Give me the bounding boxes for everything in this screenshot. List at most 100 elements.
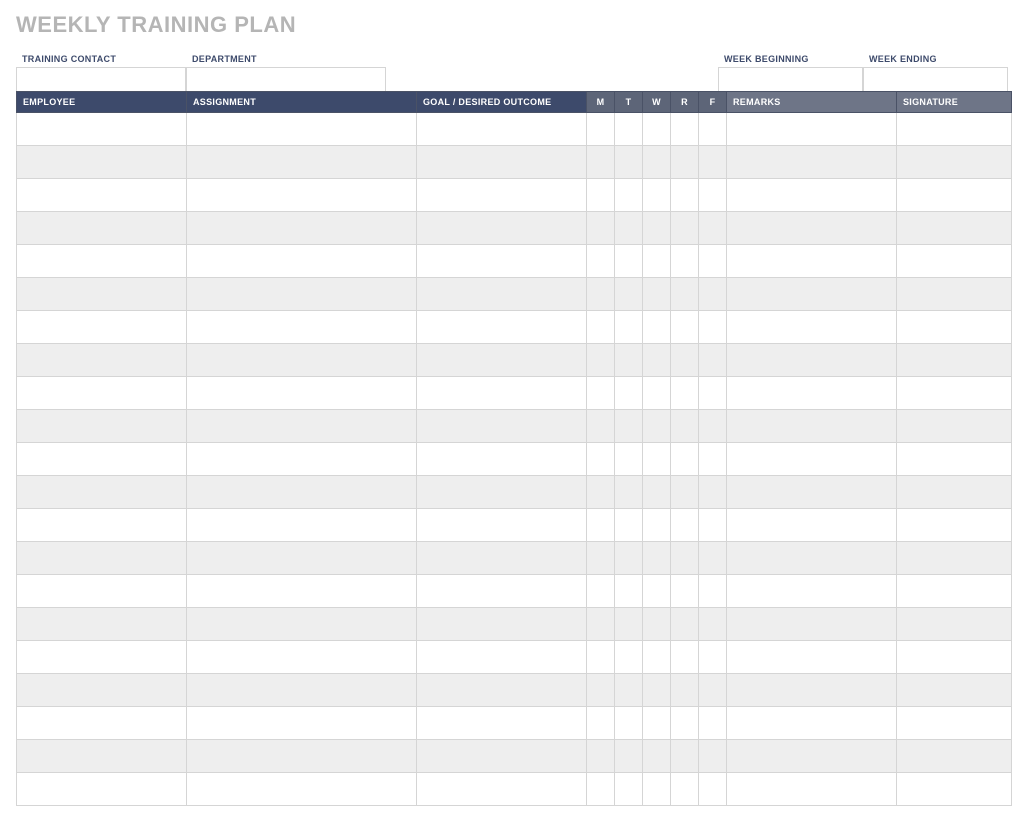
- table-cell[interactable]: [699, 344, 727, 377]
- table-cell[interactable]: [671, 707, 699, 740]
- table-cell[interactable]: [699, 575, 727, 608]
- table-cell[interactable]: [587, 542, 615, 575]
- table-cell[interactable]: [187, 674, 417, 707]
- table-cell[interactable]: [615, 344, 643, 377]
- table-cell[interactable]: [727, 542, 897, 575]
- table-cell[interactable]: [187, 773, 417, 806]
- table-cell[interactable]: [187, 509, 417, 542]
- table-cell[interactable]: [897, 575, 1012, 608]
- table-cell[interactable]: [187, 179, 417, 212]
- table-cell[interactable]: [699, 476, 727, 509]
- table-cell[interactable]: [615, 212, 643, 245]
- table-cell[interactable]: [897, 509, 1012, 542]
- table-cell[interactable]: [897, 311, 1012, 344]
- table-cell[interactable]: [643, 179, 671, 212]
- table-cell[interactable]: [699, 641, 727, 674]
- table-cell[interactable]: [187, 377, 417, 410]
- table-cell[interactable]: [417, 641, 587, 674]
- table-cell[interactable]: [17, 707, 187, 740]
- table-cell[interactable]: [699, 245, 727, 278]
- table-cell[interactable]: [587, 146, 615, 179]
- table-cell[interactable]: [615, 641, 643, 674]
- table-cell[interactable]: [615, 278, 643, 311]
- table-cell[interactable]: [643, 740, 671, 773]
- table-cell[interactable]: [643, 641, 671, 674]
- table-cell[interactable]: [643, 410, 671, 443]
- table-cell[interactable]: [587, 245, 615, 278]
- table-cell[interactable]: [643, 278, 671, 311]
- table-cell[interactable]: [587, 740, 615, 773]
- table-cell[interactable]: [587, 377, 615, 410]
- table-cell[interactable]: [17, 443, 187, 476]
- table-cell[interactable]: [699, 278, 727, 311]
- table-cell[interactable]: [699, 542, 727, 575]
- table-cell[interactable]: [615, 542, 643, 575]
- table-cell[interactable]: [417, 113, 587, 146]
- table-cell[interactable]: [17, 773, 187, 806]
- table-cell[interactable]: [897, 344, 1012, 377]
- table-cell[interactable]: [587, 476, 615, 509]
- table-cell[interactable]: [587, 344, 615, 377]
- table-cell[interactable]: [187, 113, 417, 146]
- table-cell[interactable]: [727, 146, 897, 179]
- table-cell[interactable]: [699, 113, 727, 146]
- table-cell[interactable]: [417, 179, 587, 212]
- table-cell[interactable]: [17, 641, 187, 674]
- table-cell[interactable]: [727, 410, 897, 443]
- table-cell[interactable]: [727, 113, 897, 146]
- table-cell[interactable]: [417, 443, 587, 476]
- table-cell[interactable]: [417, 245, 587, 278]
- table-cell[interactable]: [671, 245, 699, 278]
- table-cell[interactable]: [727, 377, 897, 410]
- table-cell[interactable]: [671, 674, 699, 707]
- table-cell[interactable]: [671, 443, 699, 476]
- table-cell[interactable]: [671, 278, 699, 311]
- table-cell[interactable]: [727, 575, 897, 608]
- table-cell[interactable]: [897, 377, 1012, 410]
- table-cell[interactable]: [417, 509, 587, 542]
- table-cell[interactable]: [897, 476, 1012, 509]
- table-cell[interactable]: [897, 212, 1012, 245]
- table-cell[interactable]: [699, 773, 727, 806]
- table-cell[interactable]: [587, 278, 615, 311]
- table-cell[interactable]: [671, 113, 699, 146]
- table-cell[interactable]: [699, 410, 727, 443]
- table-cell[interactable]: [727, 179, 897, 212]
- table-cell[interactable]: [587, 410, 615, 443]
- table-cell[interactable]: [643, 113, 671, 146]
- table-cell[interactable]: [17, 476, 187, 509]
- table-cell[interactable]: [671, 311, 699, 344]
- table-cell[interactable]: [897, 113, 1012, 146]
- table-cell[interactable]: [615, 476, 643, 509]
- table-cell[interactable]: [587, 311, 615, 344]
- table-cell[interactable]: [17, 113, 187, 146]
- table-cell[interactable]: [17, 311, 187, 344]
- table-cell[interactable]: [643, 608, 671, 641]
- table-cell[interactable]: [699, 443, 727, 476]
- table-cell[interactable]: [615, 377, 643, 410]
- table-cell[interactable]: [897, 179, 1012, 212]
- table-cell[interactable]: [17, 344, 187, 377]
- table-cell[interactable]: [699, 212, 727, 245]
- table-cell[interactable]: [187, 641, 417, 674]
- table-cell[interactable]: [187, 278, 417, 311]
- table-cell[interactable]: [615, 443, 643, 476]
- table-cell[interactable]: [17, 575, 187, 608]
- table-cell[interactable]: [17, 608, 187, 641]
- table-cell[interactable]: [17, 212, 187, 245]
- table-cell[interactable]: [671, 740, 699, 773]
- table-cell[interactable]: [897, 740, 1012, 773]
- table-cell[interactable]: [671, 773, 699, 806]
- table-cell[interactable]: [17, 509, 187, 542]
- table-cell[interactable]: [671, 344, 699, 377]
- table-cell[interactable]: [417, 146, 587, 179]
- table-cell[interactable]: [671, 179, 699, 212]
- table-cell[interactable]: [615, 773, 643, 806]
- table-cell[interactable]: [897, 707, 1012, 740]
- table-cell[interactable]: [187, 146, 417, 179]
- table-cell[interactable]: [615, 410, 643, 443]
- table-cell[interactable]: [187, 575, 417, 608]
- table-cell[interactable]: [587, 509, 615, 542]
- table-cell[interactable]: [643, 476, 671, 509]
- table-cell[interactable]: [587, 707, 615, 740]
